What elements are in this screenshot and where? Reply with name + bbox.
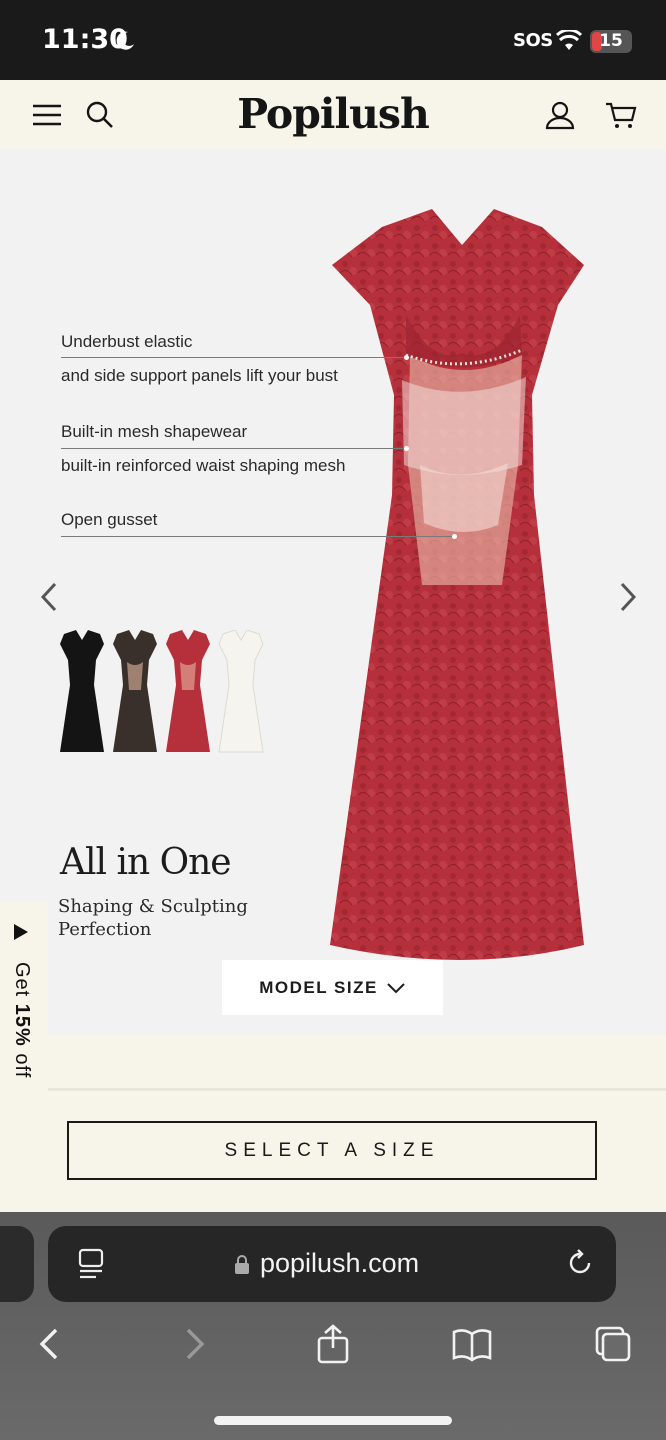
feature-underbust-detail: and side support panels lift your bust: [61, 366, 338, 385]
cart-icon[interactable]: [605, 100, 637, 130]
feature-mesh-line: [61, 448, 407, 449]
url-text: popilush.com: [260, 1248, 420, 1278]
tabs-icon[interactable]: [593, 1324, 633, 1364]
previous-tab[interactable]: [0, 1226, 34, 1302]
select-size-button[interactable]: SELECT A SIZE: [67, 1121, 597, 1180]
feature-mesh-title: Built-in mesh shapewear: [61, 422, 248, 441]
promo-tab[interactable]: Get 15% off: [0, 902, 48, 1132]
back-icon[interactable]: [30, 1324, 70, 1364]
hero-subtitle: Shaping & Sculpting Perfection: [58, 896, 248, 940]
feature-underbust-title: Underbust elastic: [61, 332, 193, 351]
lock-icon: [235, 1255, 249, 1274]
feature-mesh-dot: [404, 446, 409, 451]
battery-level: 15: [599, 31, 623, 51]
feature-gusset-line: [61, 536, 455, 537]
site-header: Popilush: [0, 80, 666, 150]
swatch-white[interactable]: [217, 630, 265, 755]
reader-icon[interactable]: [76, 1248, 106, 1280]
account-icon[interactable]: [545, 100, 575, 130]
browser-toolbar: popilush.com: [0, 1212, 666, 1440]
forward-icon[interactable]: [174, 1324, 214, 1364]
sos-indicator: SOS: [513, 30, 553, 51]
moon-icon: [116, 31, 134, 50]
feature-underbust-dot: [404, 355, 409, 360]
carousel-next-icon[interactable]: [617, 580, 639, 614]
bookmarks-icon[interactable]: [452, 1324, 492, 1364]
home-indicator: [214, 1416, 452, 1425]
swatch-black-nude[interactable]: [111, 630, 159, 755]
play-icon: [14, 924, 28, 940]
carousel-prev-icon[interactable]: [38, 580, 60, 614]
model-size-label: MODEL SIZE: [259, 977, 378, 997]
section-divider: [48, 1088, 666, 1091]
feature-gusset-title: Open gusset: [61, 510, 158, 529]
product-image[interactable]: [322, 205, 602, 975]
hero-title: All in One: [60, 842, 232, 883]
promo-text: Get 15% off: [11, 962, 33, 1079]
share-icon[interactable]: [313, 1324, 353, 1364]
chevron-down-icon: [387, 982, 405, 993]
swatch-black[interactable]: [58, 630, 106, 755]
status-bar: 11:30 SOS 15: [0, 0, 666, 80]
swatch-red[interactable]: [164, 630, 212, 755]
address-bar[interactable]: popilush.com: [48, 1226, 616, 1302]
feature-mesh-detail: built-in reinforced waist shaping mesh: [61, 456, 346, 475]
battery-icon: 15: [590, 30, 632, 53]
product-hero: Underbust elastic and side support panel…: [0, 150, 666, 1035]
feature-gusset-dot: [452, 534, 457, 539]
reload-icon[interactable]: [565, 1248, 595, 1278]
model-size-button[interactable]: MODEL SIZE: [222, 960, 443, 1015]
feature-underbust-line: [61, 357, 407, 358]
wifi-icon: [556, 30, 582, 50]
